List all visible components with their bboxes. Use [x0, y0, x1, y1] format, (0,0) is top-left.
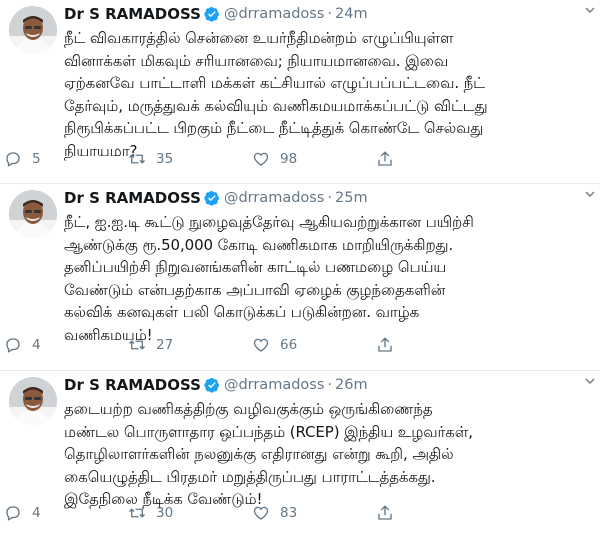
chevron-down-icon[interactable]: [582, 373, 598, 389]
profile-photo-icon: [9, 6, 57, 54]
retweet-icon: [129, 154, 145, 164]
reply-count: 5: [32, 151, 41, 167]
reply-count: 4: [32, 337, 41, 353]
share-button[interactable]: [376, 336, 404, 354]
reply-icon: [6, 338, 20, 353]
profile-photo-icon: [9, 377, 57, 425]
tweet-text: நீட் விவகாரத்தில் சென்னை உயர்நீதிமன்றம் …: [64, 29, 488, 160]
tweet-actions: 4 27 66: [4, 336, 404, 354]
heart-icon: [253, 152, 269, 166]
chevron-down-icon[interactable]: [582, 2, 598, 18]
verified-badge-icon: [204, 377, 220, 393]
like-count: 98: [280, 151, 298, 167]
retweet-icon: [129, 340, 145, 350]
reply-icon: [6, 506, 20, 521]
tweet-timeline: Dr S RAMADOSS @drramadoss · 24m நீட் விவ…: [0, 0, 600, 538]
tweet-timestamp[interactable]: 25m: [335, 190, 368, 206]
like-button[interactable]: 83: [252, 504, 376, 522]
tweet-header: Dr S RAMADOSS @drramadoss · 24m: [64, 4, 592, 24]
chevron-down-icon[interactable]: [582, 186, 598, 202]
avatar[interactable]: [9, 377, 57, 425]
share-icon: [378, 505, 392, 520]
retweet-button[interactable]: 30: [128, 504, 252, 522]
heart-icon: [253, 338, 269, 352]
tweet-timestamp[interactable]: 24m: [335, 6, 368, 22]
tweet-text: நீட், ஐ.ஐ.டி கூட்டு நுழைவுத்தேர்வு ஆகியவ…: [64, 213, 474, 344]
tweet-text: தடையற்ற வணிகத்திற்கு வழிவகுக்கும் ஒருங்க…: [64, 400, 473, 508]
retweet-button[interactable]: 35: [128, 150, 252, 168]
retweet-icon: [129, 508, 145, 518]
reply-icon: [6, 152, 20, 167]
author-handle[interactable]: @drramadoss: [224, 190, 324, 206]
reply-button[interactable]: 4: [4, 504, 128, 522]
retweet-button[interactable]: 27: [128, 336, 252, 354]
author-handle[interactable]: @drramadoss: [224, 6, 324, 22]
retweet-count: 30: [156, 505, 174, 521]
separator-dot: ·: [327, 6, 332, 22]
reply-button[interactable]: 4: [4, 336, 128, 354]
like-button[interactable]: 98: [252, 150, 376, 168]
author-handle[interactable]: @drramadoss: [224, 377, 324, 393]
author-name[interactable]: Dr S RAMADOSS: [64, 376, 201, 394]
separator-dot: ·: [327, 377, 332, 393]
share-icon: [378, 337, 392, 352]
heart-icon: [253, 506, 269, 520]
verified-badge-icon: [204, 6, 220, 22]
profile-photo-icon: [9, 190, 57, 238]
avatar[interactable]: [9, 6, 57, 54]
separator-dot: ·: [327, 190, 332, 206]
tweet-actions: 4 30 83: [4, 504, 404, 522]
share-icon: [378, 151, 392, 166]
tweet[interactable]: Dr S RAMADOSS @drramadoss · 24m நீட் விவ…: [0, 0, 600, 184]
share-button[interactable]: [376, 150, 404, 168]
tweet[interactable]: Dr S RAMADOSS @drramadoss · 26m தடையற்ற …: [0, 371, 600, 538]
like-button[interactable]: 66: [252, 336, 376, 354]
author-name[interactable]: Dr S RAMADOSS: [64, 5, 201, 23]
retweet-count: 27: [156, 337, 174, 353]
tweet-timestamp[interactable]: 26m: [335, 377, 368, 393]
tweet-actions: 5 35 98: [4, 150, 404, 168]
avatar[interactable]: [9, 190, 57, 238]
verified-badge-icon: [204, 190, 220, 206]
like-count: 83: [280, 505, 298, 521]
author-name[interactable]: Dr S RAMADOSS: [64, 189, 201, 207]
tweet-header: Dr S RAMADOSS @drramadoss · 25m: [64, 188, 592, 208]
tweet[interactable]: Dr S RAMADOSS @drramadoss · 25m நீட், ஐ.…: [0, 184, 600, 371]
tweet-header: Dr S RAMADOSS @drramadoss · 26m: [64, 375, 592, 395]
reply-count: 4: [32, 505, 41, 521]
reply-button[interactable]: 5: [4, 150, 128, 168]
like-count: 66: [280, 337, 298, 353]
retweet-count: 35: [156, 151, 174, 167]
share-button[interactable]: [376, 504, 404, 522]
